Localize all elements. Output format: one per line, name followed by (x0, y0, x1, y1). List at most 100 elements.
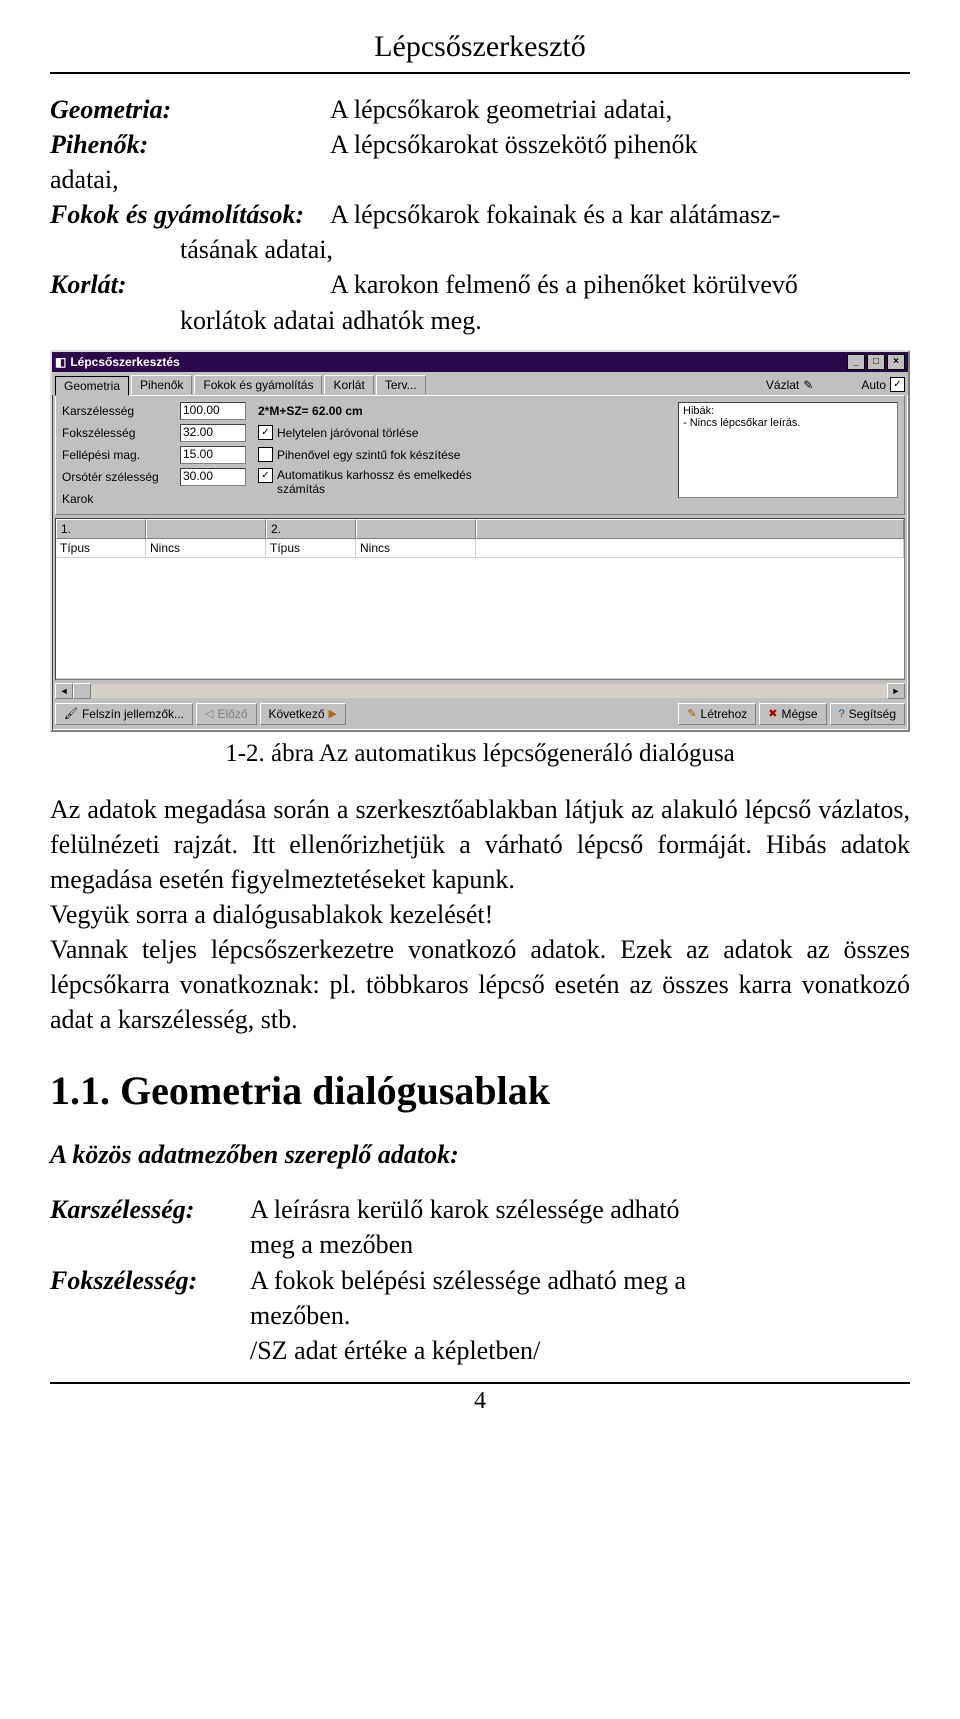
figure-caption: 1-2. ábra Az automatikus lépcsőgeneráló … (50, 740, 910, 768)
term-fokszelesseg: Fokszélesség: (50, 1263, 250, 1298)
chk-helytelen[interactable] (258, 425, 273, 440)
pihenok-cont: adatai, (50, 162, 910, 197)
letrehoz-label: Létrehoz (701, 707, 748, 721)
chk-helytelen-label: Helytelen járóvonal törlése (277, 426, 418, 440)
segitseg-label: Segítség (849, 707, 896, 721)
stair-editor-window: ◧ Lépcsőszerkesztés _ □ × Geometria Pihe… (50, 350, 910, 732)
scroll-thumb[interactable] (73, 683, 91, 699)
document-page: Lépcsőszerkesztő Geometria: A lépcsőkaro… (0, 0, 960, 1445)
megse-button[interactable]: ✖ Mégse (759, 703, 826, 725)
cancel-icon: ✖ (768, 707, 777, 720)
col-header-1[interactable]: 1. (56, 519, 146, 539)
pencil-create-icon: ✎ (687, 707, 696, 720)
para-2: Vegyük sorra a dialógusablakok kezelését… (50, 900, 493, 929)
felszin-button[interactable]: 🖌 Felszín jellemzők... (55, 703, 193, 725)
window-titlebar[interactable]: ◧ Lépcsőszerkesztés _ □ × (52, 352, 908, 372)
maximize-button[interactable]: □ (867, 354, 885, 370)
grid-tipus-1: Típus (56, 539, 146, 558)
val-pihenok: A lépcsőkarokat összekötő pihenők (330, 127, 910, 162)
label-fellepesi: Fellépési mag. (62, 446, 172, 464)
scroll-track[interactable] (91, 684, 887, 698)
input-orsoter[interactable]: 30.00 (180, 468, 246, 486)
vazlat-label: Vázlat (766, 378, 799, 392)
data-grid[interactable]: 1. 2. Típus Nincs Típus Nincs (55, 518, 905, 680)
errors-box: Hibák: - Nincs lépcsőkar leírás. (678, 402, 898, 498)
title-rule (50, 72, 910, 74)
definitions-2: Karszélesség: A leírásra kerülő karok sz… (50, 1192, 910, 1367)
close-button[interactable]: × (887, 354, 905, 370)
page-number: 4 (50, 1384, 910, 1425)
karszelesseg-cont: meg a mezőben (50, 1227, 910, 1262)
next-icon: ▶ (329, 707, 337, 720)
tab-fokok[interactable]: Fokok és gyámolítás (194, 375, 322, 394)
label-fokszelesseg: Fokszélesség (62, 424, 172, 442)
page-title: Lépcsőszerkesztő (50, 30, 910, 64)
tab-korlat[interactable]: Korlát (324, 375, 373, 394)
kovetkezo-label: Következő (269, 707, 325, 721)
term-karszelesseg: Karszélesség: (50, 1192, 250, 1227)
val-fokszelesseg: A fokok belépési szélessége adható meg a (250, 1263, 910, 1298)
sz-note: /SZ adat értéke a képletben/ (50, 1333, 910, 1368)
term-pihenok: Pihenők: (50, 127, 330, 162)
input-fokszelesseg[interactable]: 32.00 (180, 424, 246, 442)
prev-icon: ◁ (205, 707, 213, 720)
subheading: A közös adatmezőben szereplő adatok: (50, 1140, 910, 1170)
kovetkezo-button[interactable]: Következő ▶ (260, 703, 347, 725)
megse-label: Mégse (781, 707, 817, 721)
korlat-cont: korlátok adatai adhatók meg. (50, 303, 910, 338)
val-geometria: A lépcsőkarok geometriai adatai, (330, 92, 910, 127)
para-3: Vannak teljes lépcsőszerkezetre vonatkoz… (50, 935, 910, 1034)
fokszelesseg-cont: mezőben. (50, 1298, 910, 1333)
fokok-cont: tásának adatai, (50, 232, 910, 267)
scroll-right-arrow[interactable]: ► (887, 683, 905, 699)
input-karszelesseg[interactable]: 100.00 (180, 402, 246, 420)
minimize-button[interactable]: _ (847, 354, 865, 370)
tab-strip: Geometria Pihenők Fokok és gyámolítás Ko… (52, 372, 908, 395)
grid-nincs-2[interactable]: Nincs (356, 539, 476, 558)
para-1: Az adatok megadása során a szerkesztőabl… (50, 795, 910, 894)
term-korlat: Korlát: (50, 267, 330, 302)
col-header-rest[interactable] (476, 519, 904, 539)
felszin-label: Felszín jellemzők... (82, 707, 184, 721)
segitseg-button[interactable]: ? Segítség (830, 703, 906, 725)
horizontal-scrollbar[interactable]: ◄ ► (55, 683, 905, 699)
grid-rest (476, 539, 904, 558)
label-karszelesseg: Karszélesség (62, 402, 172, 420)
grid-tipus-2: Típus (266, 539, 356, 558)
chk-pihenovel-label: Pihenővel egy szintű fok készítése (277, 448, 460, 462)
val-karszelesseg: A leírásra kerülő karok szélessége adhat… (250, 1192, 910, 1227)
val-korlat: A karokon felmenő és a pihenőket körülve… (330, 267, 910, 302)
tab-pihenok[interactable]: Pihenők (131, 375, 192, 394)
scroll-left-arrow[interactable]: ◄ (55, 683, 73, 699)
brush-icon: 🖌 (64, 707, 78, 720)
grid-nincs-1[interactable]: Nincs (146, 539, 266, 558)
elozo-button[interactable]: ◁Előző (196, 703, 257, 725)
formula-text: 2*M+SZ= 62.00 cm (258, 402, 670, 420)
col-header-2b[interactable] (356, 519, 476, 539)
tab-body: Karszélesség Fokszélesség Fellépési mag.… (55, 395, 905, 515)
chk-pihenovel[interactable] (258, 447, 273, 462)
letrehoz-button[interactable]: ✎ Létrehoz (678, 703, 756, 725)
app-icon: ◧ (55, 355, 66, 369)
error-item: - Nincs lépcsőkar leírás. (683, 417, 893, 429)
chk-automatikus[interactable] (258, 468, 273, 483)
button-bar: 🖌Felszín jellemzők... ◁Előző Következő▶ … (52, 699, 908, 730)
tab-geometria[interactable]: Geometria (55, 376, 129, 396)
col-header-2[interactable]: 2. (266, 519, 356, 539)
window-title: Lépcsőszerkesztés (70, 355, 179, 369)
label-karok: Karok (62, 490, 172, 508)
term-fokok: Fokok és gyámolítások: (50, 197, 330, 232)
col-header-1b[interactable] (146, 519, 266, 539)
val-fokok: A lépcsőkarok fokainak és a kar alátámas… (330, 197, 910, 232)
grid-empty-rows (56, 558, 904, 679)
term-geometria: Geometria: (50, 92, 330, 127)
body-paragraphs: Az adatok megadása során a szerkesztőabl… (50, 792, 910, 1038)
auto-label: Auto (861, 378, 886, 392)
input-fellepesi[interactable]: 15.00 (180, 446, 246, 464)
pencil-icon[interactable]: ✎ (803, 378, 813, 392)
chk-automatikus-label: Automatikus karhossz és emelkedés számít… (277, 468, 487, 496)
help-icon: ? (839, 708, 845, 720)
tab-terv[interactable]: Terv... (376, 375, 426, 394)
label-orsoter: Orsótér szélesség (62, 468, 172, 486)
auto-checkbox[interactable] (890, 377, 905, 392)
